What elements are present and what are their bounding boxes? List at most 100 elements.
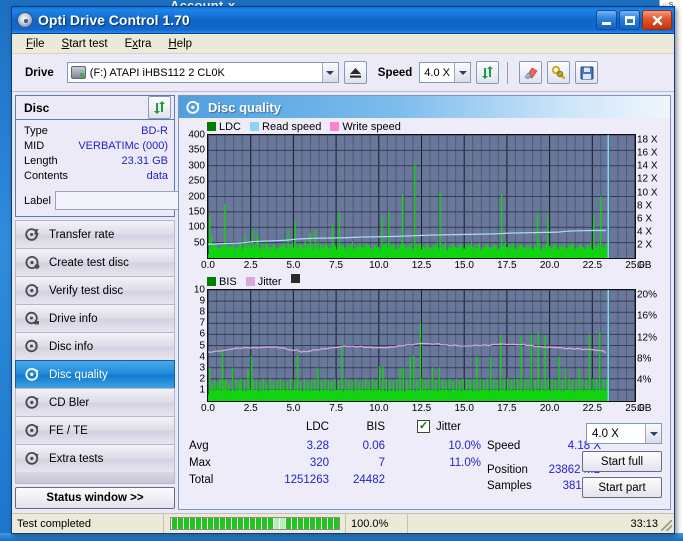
- x-tick-label: 10.0: [369, 403, 389, 414]
- sidebar-item-disc-info[interactable]: Disc info: [15, 332, 175, 360]
- chevron-down-icon[interactable]: [645, 424, 661, 443]
- ldc-chart: LDC Read speed Write speed 50 100 150 200 25…: [181, 119, 668, 274]
- sidebar-item-verify-test-disc[interactable]: Verify test disc: [15, 276, 175, 304]
- disc-info-panel: Disc Type BD-R MID VERBATIMc (000) Lengt…: [15, 95, 263, 217]
- y2-tick-label: 4 X: [637, 226, 653, 238]
- speed-select[interactable]: 4.0 X: [419, 62, 472, 83]
- y2-tick-label: 20%: [637, 289, 658, 301]
- menu-file[interactable]: FFileile: [26, 38, 45, 50]
- sidebar-item-create-test-disc[interactable]: Create test disc: [15, 248, 175, 276]
- stats-header-ldc: LDC: [305, 421, 329, 433]
- menu-help[interactable]: Help: [168, 38, 192, 50]
- y-tick-label: 4: [199, 351, 205, 363]
- nav-filler: [15, 472, 175, 484]
- sidebar-item-disc-quality[interactable]: Disc quality: [15, 360, 175, 388]
- disc-row-value: BD-R: [141, 125, 168, 137]
- stats-ldc-total: 1251263: [284, 474, 329, 486]
- status-window-button[interactable]: Status window >>: [15, 487, 175, 509]
- test-speed-select[interactable]: 4.0 X: [586, 423, 662, 444]
- jitter-toggle[interactable]: ✓ Jitter: [417, 420, 461, 433]
- resize-grip-icon[interactable]: [661, 520, 672, 531]
- progress-block: [267, 518, 273, 529]
- disc-row-key: Length: [24, 155, 58, 167]
- y-tick-label: 7: [199, 317, 205, 329]
- eject-button[interactable]: [343, 61, 367, 84]
- sidebar-item-cd-bler[interactable]: CD Bler: [15, 388, 175, 416]
- stats-jitter-max: 11.0%: [449, 457, 481, 469]
- content-title: Disc quality: [208, 99, 281, 115]
- y2-tick-label: 2 X: [637, 239, 653, 251]
- chevron-down-icon[interactable]: [454, 63, 471, 82]
- x-tick-label: 10.0: [369, 260, 389, 271]
- drive-select[interactable]: (F:) ATAPI iHBS112 2 CL0K: [66, 62, 339, 83]
- y-tick-label: 100: [188, 221, 205, 233]
- disc-info-icon: [25, 311, 40, 326]
- save-button[interactable]: [575, 61, 599, 84]
- ldc-x-axis: 0.0 2.5 5.0 7.5 10.0 12.5 15.0 17.5 20.0 22.5 25.0…: [201, 259, 651, 274]
- menu-start-test[interactable]: Start test: [62, 38, 108, 50]
- x-tick-label: 5.0: [286, 260, 301, 271]
- disc-row-length: Length 23.31 GB: [24, 154, 168, 169]
- progress-bar: [169, 517, 340, 530]
- y2-tick-label: 8%: [637, 353, 652, 365]
- progress-block: [189, 518, 195, 529]
- x-tick-label: 12.5: [411, 260, 432, 271]
- tools-button[interactable]: [547, 61, 571, 84]
- bis-chart-legend: BIS Jitter: [181, 273, 668, 289]
- progress-block: [291, 518, 297, 529]
- window-body: Disc Type BD-R MID VERBATIMc (000) Lengt…: [12, 92, 674, 513]
- refresh-button[interactable]: [476, 61, 500, 84]
- stats-bis-max: 7: [378, 457, 385, 469]
- menu-extra[interactable]: Extra: [125, 38, 152, 50]
- disc-label-row: Label: [16, 187, 263, 216]
- progress-block: [249, 518, 255, 529]
- menu-bar[interactable]: FFileile Start test Extra Help: [12, 34, 674, 54]
- x-axis-unit: GB: [637, 403, 652, 414]
- sidebar-item-extra-tests[interactable]: Extra tests: [15, 444, 175, 472]
- erase-button[interactable]: [519, 61, 543, 84]
- disc-row-value: VERBATIMc (000): [78, 140, 168, 152]
- title-bar[interactable]: Opti Drive Control 1.70: [12, 7, 674, 34]
- progress-block: [273, 518, 279, 529]
- sidebar-item-fe-te[interactable]: FE / TE: [15, 416, 175, 444]
- progress-block: [171, 518, 177, 529]
- progress-block: [261, 518, 267, 529]
- status-elapsed: 33:13: [408, 514, 674, 533]
- drive-icon: [70, 66, 86, 79]
- progress-block: [297, 518, 303, 529]
- legend-swatch-ldc: [207, 122, 216, 131]
- y-tick-label: 300: [188, 160, 205, 172]
- progress-block: [327, 518, 333, 529]
- x-tick-label: 20.0: [539, 403, 560, 414]
- sidebar-item-drive-info[interactable]: Drive info: [15, 304, 175, 332]
- start-part-button[interactable]: Start part: [582, 477, 662, 498]
- y2-tick-label: 18 X: [637, 134, 658, 146]
- x-tick-label: 12.5: [411, 403, 432, 414]
- y-tick-label: 200: [188, 191, 205, 202]
- jitter-checkbox[interactable]: ✓: [417, 420, 430, 433]
- disc-quality-icon: [25, 367, 40, 382]
- x-tick-label: 17.5: [497, 403, 517, 414]
- disc-fete-icon: [25, 423, 40, 438]
- x-tick-label: 0.0: [201, 403, 215, 414]
- chevron-down-icon[interactable]: [321, 63, 338, 82]
- stats-bis-avg: 0.06: [362, 440, 385, 452]
- ldc-speed-axis: 2 X4 X6 X8 X 10 X 12 X 14 X 16 X 18 X: [636, 134, 668, 259]
- sidebar-item-label: Verify test disc: [49, 284, 124, 297]
- ldc-chart-legend: LDC Read speed Write speed: [181, 119, 668, 134]
- x-tick-label: 15.0: [454, 260, 474, 271]
- sidebar-item-transfer-rate[interactable]: Transfer rate: [15, 220, 175, 248]
- drive-select-value: (F:) ATAPI iHBS112 2 CL0K: [89, 66, 225, 79]
- y-tick-label: 250: [188, 175, 205, 187]
- maximize-button[interactable]: [619, 10, 640, 30]
- start-full-button[interactable]: Start full: [582, 451, 662, 472]
- stats-jitter-avg: 10.0%: [448, 440, 481, 452]
- chart-svg: [208, 135, 635, 258]
- minimize-button[interactable]: [596, 10, 617, 30]
- jitter-label: Jitter: [436, 420, 461, 433]
- progress-block: [255, 518, 261, 529]
- close-button[interactable]: [642, 10, 672, 30]
- disc-refresh-button[interactable]: [148, 96, 171, 119]
- toolbar-separator: [507, 61, 509, 84]
- disc-row-type: Type BD-R: [24, 124, 168, 139]
